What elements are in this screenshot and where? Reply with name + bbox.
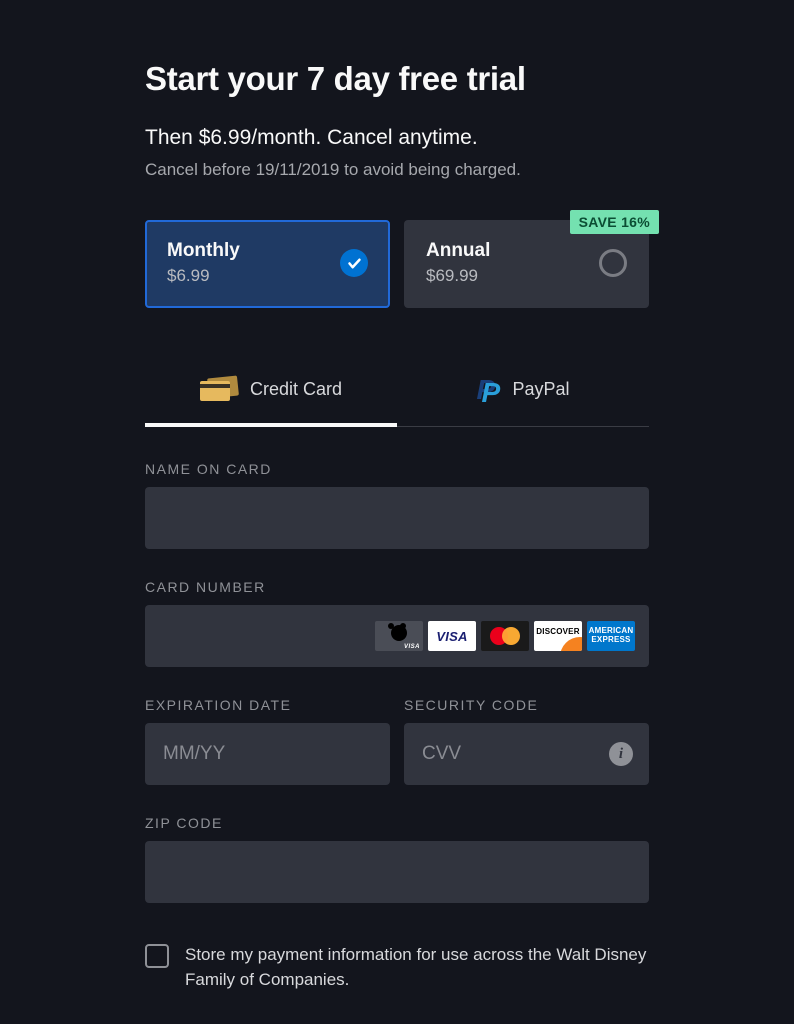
expiration-input[interactable] bbox=[145, 723, 390, 785]
visa-logo: VISA bbox=[428, 621, 476, 651]
paypal-icon: P P bbox=[476, 376, 500, 402]
label-name-on-card: NAME ON CARD bbox=[145, 461, 649, 477]
label-zip-code: ZIP CODE bbox=[145, 815, 649, 831]
plan-monthly[interactable]: Monthly $6.99 bbox=[145, 220, 390, 308]
plan-annual[interactable]: SAVE 16% Annual $69.99 bbox=[404, 220, 649, 308]
tab-credit-card[interactable]: Credit Card bbox=[145, 356, 397, 426]
name-on-card-input[interactable] bbox=[145, 487, 649, 549]
plan-monthly-price: $6.99 bbox=[167, 266, 240, 286]
label-security-code: SECURITY CODE bbox=[404, 697, 649, 713]
cancellation-note: Cancel before 19/11/2019 to avoid being … bbox=[145, 160, 649, 180]
tab-credit-card-label: Credit Card bbox=[250, 379, 342, 400]
amex-logo: AMERICAN EXPRESS bbox=[587, 621, 635, 651]
discover-logo: DISCOVER bbox=[534, 621, 582, 651]
tab-paypal[interactable]: P P PayPal bbox=[397, 356, 649, 426]
label-expiration: EXPIRATION DATE bbox=[145, 697, 390, 713]
plan-annual-name: Annual bbox=[426, 240, 490, 262]
label-card-number: CARD NUMBER bbox=[145, 579, 649, 595]
cvv-info-icon[interactable]: i bbox=[609, 742, 633, 766]
page-title: Start your 7 day free trial bbox=[145, 60, 649, 98]
save-badge: SAVE 16% bbox=[570, 210, 659, 234]
card-brand-logos: VISA VISA DISCOVER AMERICAN EXPRESS bbox=[375, 621, 635, 651]
price-subtitle: Then $6.99/month. Cancel anytime. bbox=[145, 126, 649, 150]
tab-paypal-label: PayPal bbox=[512, 379, 569, 400]
radio-unchecked-icon bbox=[599, 249, 627, 277]
credit-card-icon bbox=[200, 377, 238, 401]
disney-visa-logo: VISA bbox=[375, 621, 423, 651]
store-payment-label: Store my payment information for use acr… bbox=[185, 943, 649, 992]
mastercard-logo bbox=[481, 621, 529, 651]
zip-code-input[interactable] bbox=[145, 841, 649, 903]
radio-checked-icon bbox=[340, 249, 368, 277]
plan-monthly-name: Monthly bbox=[167, 240, 240, 262]
store-payment-checkbox[interactable] bbox=[145, 944, 169, 968]
plan-annual-price: $69.99 bbox=[426, 266, 490, 286]
